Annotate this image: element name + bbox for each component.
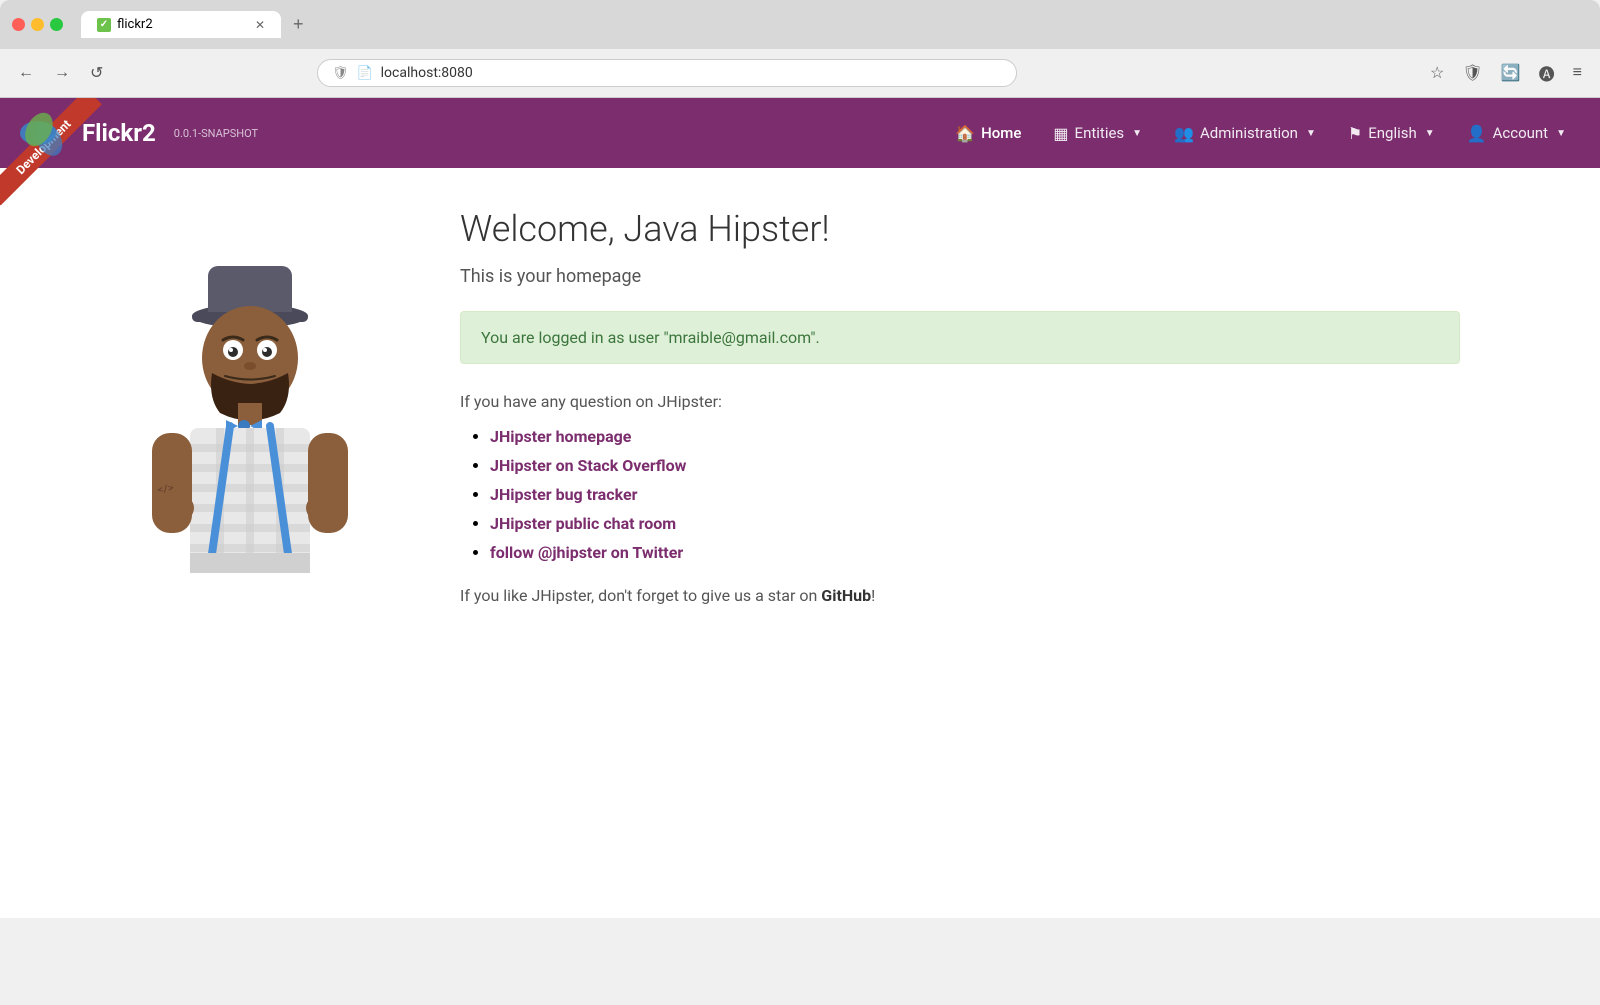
hipster-svg: </> bbox=[140, 198, 360, 618]
main-content: </> Welcome, Java Hipster! This is your … bbox=[100, 168, 1500, 652]
account-icon: 👤 bbox=[1467, 124, 1487, 143]
sync-button[interactable]: 🔄 bbox=[1495, 57, 1527, 89]
navbar: Development Flickr2 0.0.1-SNAPSHOT 🏠 Hom… bbox=[0, 98, 1600, 168]
nav-home[interactable]: 🏠 Home bbox=[941, 116, 1035, 151]
nav-administration-label: Administration bbox=[1200, 124, 1298, 142]
tab-close-button[interactable]: ✕ bbox=[255, 18, 265, 32]
forward-button[interactable]: → bbox=[48, 60, 76, 86]
pocket-button[interactable]: 🛡 bbox=[1456, 57, 1488, 89]
shield-icon: 🛡 bbox=[332, 66, 349, 81]
url-text: localhost:8080 bbox=[381, 65, 1002, 81]
list-item: JHipster public chat room bbox=[490, 514, 1460, 533]
jhipster-twitter-link[interactable]: follow @jhipster on Twitter bbox=[490, 543, 683, 562]
nav-home-label: Home bbox=[981, 124, 1021, 142]
entities-icon: ▦ bbox=[1053, 124, 1068, 143]
language-dropdown-arrow: ▼ bbox=[1425, 128, 1435, 139]
nav-entities-label: Entities bbox=[1075, 124, 1125, 142]
jhipster-homepage-link[interactable]: JHipster homepage bbox=[490, 427, 631, 446]
logged-in-message: You are logged in as user "mraible@gmail… bbox=[481, 328, 820, 347]
nav-administration[interactable]: 👥 Administration ▼ bbox=[1160, 116, 1330, 151]
welcome-title: Welcome, Java Hipster! bbox=[460, 208, 1460, 250]
question-text: If you have any question on JHipster: bbox=[460, 392, 1460, 411]
github-text: If you like JHipster, don't forget to gi… bbox=[460, 586, 1460, 605]
administration-dropdown-arrow: ▼ bbox=[1306, 128, 1316, 139]
list-item: JHipster homepage bbox=[490, 427, 1460, 446]
toolbar-icons: ☆ 🛡 🔄 🅐 ≡ bbox=[1424, 57, 1588, 89]
list-item: JHipster bug tracker bbox=[490, 485, 1460, 504]
titlebar: flickr2 ✕ + bbox=[0, 0, 1600, 49]
navbar-nav: 🏠 Home ▦ Entities ▼ 👥 Administration ▼ ⚑… bbox=[941, 116, 1580, 151]
maximize-window-button[interactable] bbox=[50, 18, 63, 31]
list-item: JHipster on Stack Overflow bbox=[490, 456, 1460, 475]
list-item: follow @jhipster on Twitter bbox=[490, 543, 1460, 562]
nav-entities[interactable]: ▦ Entities ▼ bbox=[1039, 116, 1156, 151]
browser-chrome: flickr2 ✕ + ← → ↺ 🛡 📄 localhost:8080 ☆ 🛡… bbox=[0, 0, 1600, 98]
account-dropdown-arrow: ▼ bbox=[1556, 128, 1566, 139]
nav-language[interactable]: ⚑ English ▼ bbox=[1334, 116, 1449, 151]
traffic-lights bbox=[12, 18, 63, 31]
language-icon: ⚑ bbox=[1348, 124, 1362, 143]
github-suffix: ! bbox=[871, 586, 875, 605]
entities-dropdown-arrow: ▼ bbox=[1132, 128, 1142, 139]
page-icon: 📄 bbox=[356, 66, 372, 81]
github-link[interactable]: GitHub bbox=[821, 586, 871, 605]
jhipster-links-list: JHipster homepage JHipster on Stack Over… bbox=[490, 427, 1460, 562]
brand-name: Flickr2 bbox=[82, 119, 156, 147]
hipster-image-container: </> bbox=[140, 198, 420, 622]
logged-in-alert: You are logged in as user "mraible@gmail… bbox=[460, 311, 1460, 364]
back-button[interactable]: ← bbox=[12, 60, 40, 86]
new-tab-button[interactable]: + bbox=[285, 10, 312, 39]
jhipster-stackoverflow-link[interactable]: JHipster on Stack Overflow bbox=[490, 456, 686, 475]
tab-favicon bbox=[97, 18, 111, 32]
extension-button[interactable]: 🅐 bbox=[1533, 57, 1561, 89]
app-wrapper: Development Flickr2 0.0.1-SNAPSHOT 🏠 Hom… bbox=[0, 98, 1600, 918]
brand-logo bbox=[20, 108, 70, 158]
subtitle: This is your homepage bbox=[460, 266, 1460, 287]
jhipster-chatroom-link[interactable]: JHipster public chat room bbox=[490, 514, 676, 533]
tab-bar: flickr2 ✕ + bbox=[81, 10, 312, 39]
tab-title: flickr2 bbox=[117, 17, 153, 32]
jhipster-bugtracker-link[interactable]: JHipster bug tracker bbox=[490, 485, 637, 504]
browser-toolbar: ← → ↺ 🛡 📄 localhost:8080 ☆ 🛡 🔄 🅐 ≡ bbox=[0, 49, 1600, 98]
brand-version: 0.0.1-SNAPSHOT bbox=[174, 127, 258, 140]
github-prefix: If you like JHipster, don't forget to gi… bbox=[460, 586, 821, 605]
navbar-brand[interactable]: Flickr2 0.0.1-SNAPSHOT bbox=[20, 108, 258, 158]
nav-language-label: English bbox=[1368, 124, 1417, 142]
content-area: Welcome, Java Hipster! This is your home… bbox=[460, 198, 1460, 622]
menu-button[interactable]: ≡ bbox=[1567, 57, 1588, 89]
address-bar[interactable]: 🛡 📄 localhost:8080 bbox=[317, 59, 1017, 87]
bookmark-button[interactable]: ☆ bbox=[1424, 57, 1450, 89]
administration-icon: 👥 bbox=[1174, 124, 1194, 143]
minimize-window-button[interactable] bbox=[31, 18, 44, 31]
nav-account[interactable]: 👤 Account ▼ bbox=[1453, 116, 1580, 151]
nav-account-label: Account bbox=[1493, 124, 1549, 142]
refresh-button[interactable]: ↺ bbox=[84, 59, 109, 87]
close-window-button[interactable] bbox=[12, 18, 25, 31]
active-tab[interactable]: flickr2 ✕ bbox=[81, 11, 281, 38]
home-icon: 🏠 bbox=[955, 124, 975, 143]
